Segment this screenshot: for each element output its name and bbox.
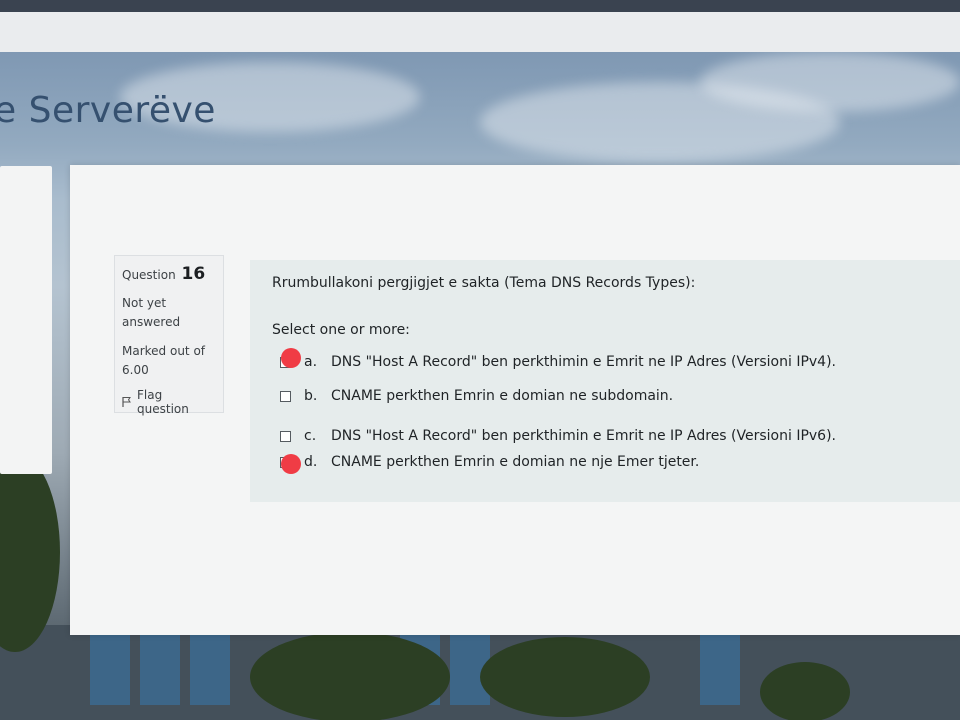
option-letter: d.: [304, 454, 318, 470]
question-status: Not yet answered: [122, 296, 181, 329]
tree: [760, 662, 850, 720]
select-hint: Select one or more:: [272, 322, 410, 338]
red-selection-mark-d: [281, 454, 301, 474]
option-letter: b.: [304, 388, 318, 404]
answer-option-a[interactable]: a. DNS "Host A Record" ben perkthimin e …: [280, 352, 836, 372]
option-text: DNS "Host A Record" ben perkthimin e Emr…: [331, 428, 837, 444]
course-title: e Serverëve: [0, 90, 216, 131]
option-letter: a.: [304, 354, 318, 370]
answer-option-d[interactable]: d. CNAME perkthen Emrin e domian ne nje …: [280, 452, 699, 472]
option-text: CNAME perkthen Emrin e domian ne nje Eme…: [331, 454, 700, 470]
answer-option-c[interactable]: c. DNS "Host A Record" ben perkthimin e …: [280, 426, 836, 446]
question-prompt: Rrumbullakoni pergjigjet e sakta (Tema D…: [272, 275, 696, 291]
tree: [0, 452, 60, 652]
tree: [480, 637, 650, 717]
question-number: 16: [181, 264, 206, 284]
flag-question-label: Flag question: [137, 388, 189, 416]
option-letter: c.: [304, 428, 317, 444]
flag-question-link[interactable]: Flag question: [122, 388, 216, 416]
building-window: [700, 635, 740, 705]
answer-option-b[interactable]: b. CNAME perkthen Emrin e domian ne subd…: [280, 386, 673, 406]
question-label: Question: [122, 268, 176, 282]
checkbox-c[interactable]: [280, 430, 291, 442]
option-text: CNAME perkthen Emrin e domian ne subdoma…: [331, 388, 674, 404]
option-text: DNS "Host A Record" ben perkthimin e Emr…: [331, 354, 837, 370]
question-header: Question 16: [122, 264, 216, 284]
checkbox-b[interactable]: [280, 390, 291, 402]
marked-value: 6.00: [122, 363, 149, 377]
left-block-panel: [0, 166, 52, 474]
cloud: [700, 52, 960, 112]
top-navbar: [0, 12, 960, 52]
screen-bezel: [0, 0, 960, 12]
question-info: Question 16 Not yet answered Marked out …: [114, 255, 224, 416]
red-selection-mark-a: [281, 348, 301, 368]
building-window: [190, 635, 230, 705]
building-window: [140, 635, 180, 705]
flag-icon: [122, 396, 132, 408]
tree: [250, 632, 450, 720]
marked-label: Marked out of: [122, 344, 206, 358]
building-window: [90, 635, 130, 705]
marked-out-of: Marked out of 6.00: [122, 342, 216, 380]
